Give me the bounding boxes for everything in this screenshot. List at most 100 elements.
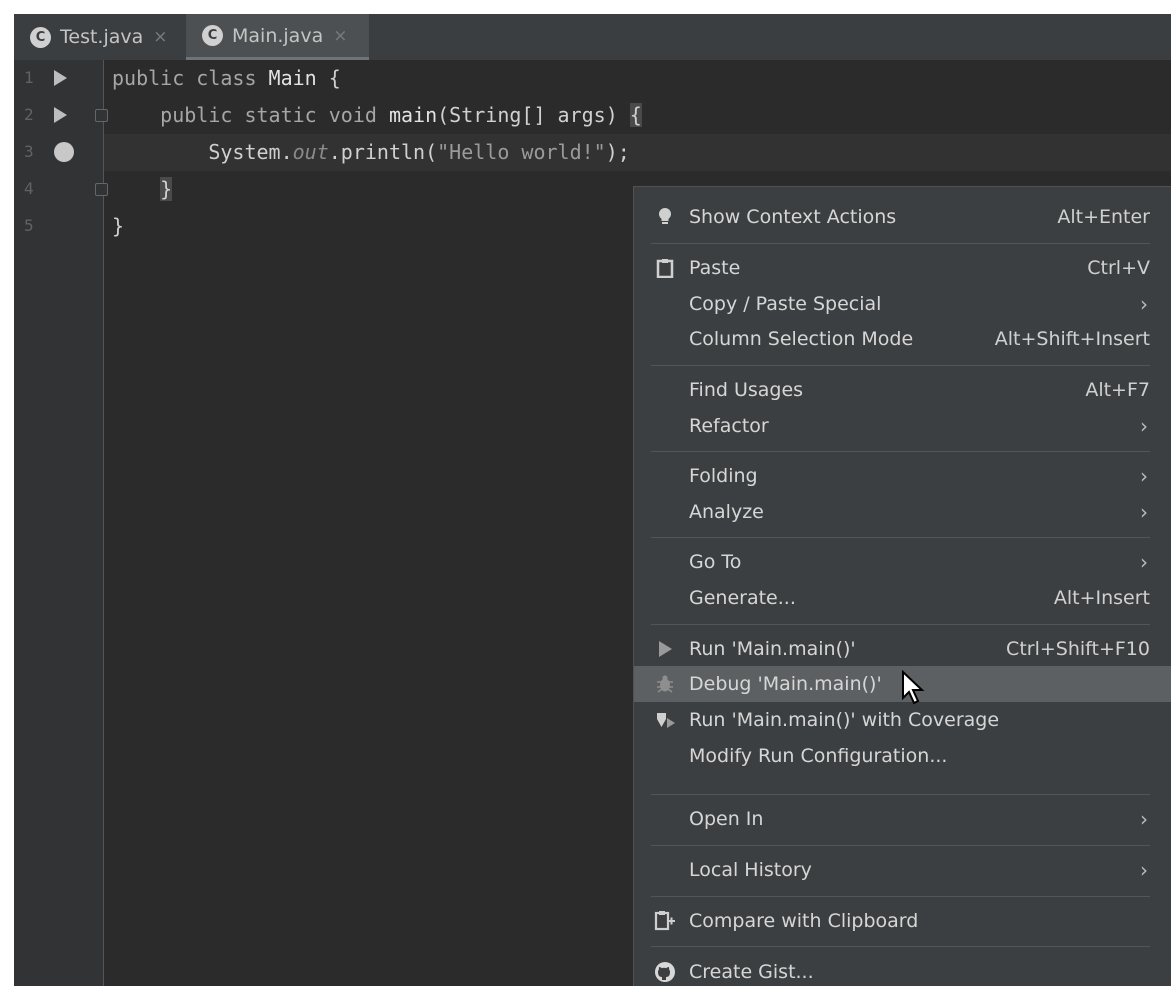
- menu-item-label: Folding: [689, 465, 758, 487]
- gutter-line-5: 5: [14, 208, 103, 245]
- menu-item-label: Run 'Main.main()' with Coverage: [689, 709, 1000, 731]
- line-number: 2: [24, 105, 34, 124]
- menu-separator: [651, 896, 1150, 897]
- code-text: .println(: [328, 140, 438, 164]
- code-text: );: [605, 140, 630, 164]
- menu-item-run-with-coverage[interactable]: Run 'Main.main()' with Coverage: [634, 702, 1171, 738]
- debug-bug-icon: [654, 673, 676, 695]
- menu-item-run[interactable]: Run 'Main.main()' Ctrl+Shift+F10: [634, 631, 1171, 667]
- line-number: 1: [24, 68, 34, 87]
- context-menu: Show Context Actions Alt+Enter Paste Ctr…: [633, 186, 1171, 986]
- java-class-icon: C: [30, 26, 51, 48]
- menu-item-show-context-actions[interactable]: Show Context Actions Alt+Enter: [634, 199, 1171, 235]
- menu-item-folding[interactable]: Folding ›: [634, 458, 1171, 494]
- menu-separator: [651, 624, 1150, 625]
- menu-separator: [651, 243, 1150, 244]
- code-text: System.: [208, 140, 293, 164]
- breakpoint-icon[interactable]: [54, 142, 74, 162]
- chevron-right-icon: ›: [1140, 550, 1148, 574]
- menu-item-label: Run 'Main.main()': [689, 638, 856, 660]
- menu-item-compare-with-clipboard[interactable]: Compare with Clipboard: [634, 903, 1171, 939]
- chevron-right-icon: ›: [1140, 858, 1148, 882]
- chevron-right-icon: ›: [1140, 292, 1148, 316]
- menu-item-shortcut: Alt+Insert: [1053, 587, 1150, 609]
- gutter-line-1: 1: [14, 60, 103, 97]
- menu-item-modify-run-configuration[interactable]: Modify Run Configuration...: [634, 738, 1171, 774]
- menu-item-label: Open In: [689, 808, 764, 830]
- compare-clipboard-icon: [654, 910, 676, 932]
- code-text: (String[] args): [437, 103, 630, 127]
- menu-item-label: Find Usages: [689, 379, 804, 401]
- class-name: Main: [268, 66, 317, 90]
- code-text: {: [316, 66, 341, 90]
- menu-item-label: Analyze: [689, 501, 764, 523]
- gutter-line-4: 4: [14, 171, 108, 208]
- brace-highlight: }: [160, 177, 173, 201]
- tab-label: Test.java: [60, 26, 144, 48]
- coverage-icon: [654, 709, 676, 731]
- menu-item-analyze[interactable]: Analyze ›: [634, 494, 1171, 530]
- chevron-right-icon: ›: [1140, 414, 1148, 438]
- menu-item-label: Column Selection Mode: [689, 328, 914, 350]
- menu-item-paste[interactable]: Paste Ctrl+V: [634, 250, 1171, 286]
- code-line-1[interactable]: public class Main {: [104, 60, 1171, 97]
- menu-item-label: Create Gist...: [689, 961, 814, 983]
- gutter-line-3: 3: [14, 134, 103, 171]
- menu-item-refactor[interactable]: Refactor ›: [634, 408, 1171, 444]
- menu-item-column-selection-mode[interactable]: Column Selection Mode Alt+Shift+Insert: [634, 321, 1171, 357]
- menu-item-label: Go To: [689, 551, 742, 573]
- line-number: 3: [24, 142, 34, 161]
- menu-item-open-in[interactable]: Open In ›: [634, 801, 1171, 837]
- chevron-right-icon: ›: [1140, 464, 1148, 488]
- github-icon: [654, 961, 676, 983]
- line-number: 5: [24, 216, 34, 235]
- menu-item-label: Show Context Actions: [689, 206, 897, 228]
- run-icon: [654, 638, 676, 660]
- code-line-2[interactable]: public static void main(String[] args) {: [104, 97, 1171, 134]
- menu-item-label: Refactor: [689, 415, 769, 437]
- mouse-pointer-icon: [902, 670, 925, 705]
- menu-item-label: Debug 'Main.main()': [689, 673, 882, 695]
- line-number: 4: [24, 179, 34, 198]
- brace-highlight: {: [629, 103, 642, 127]
- tab-test-java[interactable]: C Test.java ×: [14, 14, 186, 60]
- lightbulb-icon: [654, 206, 676, 228]
- menu-item-generate[interactable]: Generate... Alt+Insert: [634, 580, 1171, 616]
- close-icon[interactable]: ×: [333, 26, 347, 46]
- menu-separator: [651, 794, 1150, 795]
- code-text: }: [112, 214, 125, 238]
- menu-item-label: Compare with Clipboard: [689, 910, 919, 932]
- menu-item-label: Generate...: [689, 587, 796, 609]
- ide-window: C Test.java × C Main.java × 1 2 3 4 5 pu…: [14, 14, 1171, 986]
- java-class-icon: C: [202, 25, 223, 46]
- menu-item-shortcut: Ctrl+V: [1087, 257, 1150, 279]
- menu-separator: [651, 537, 1150, 538]
- run-gutter-icon[interactable]: [54, 107, 67, 123]
- menu-separator: [651, 365, 1150, 366]
- menu-item-find-usages[interactable]: Find Usages Alt+F7: [634, 372, 1171, 408]
- menu-separator: [651, 845, 1150, 846]
- menu-item-copy-paste-special[interactable]: Copy / Paste Special ›: [634, 286, 1171, 322]
- chevron-right-icon: ›: [1140, 807, 1148, 831]
- menu-separator: [651, 451, 1150, 452]
- tab-main-java[interactable]: C Main.java ×: [186, 14, 369, 60]
- menu-item-shortcut: Ctrl+Shift+F10: [1006, 638, 1150, 660]
- menu-item-label: Copy / Paste Special: [689, 293, 882, 315]
- static-field: out: [292, 140, 329, 164]
- menu-item-shortcut: Alt+Enter: [1057, 206, 1150, 228]
- code-line-3[interactable]: System.out.println("Hello world!");: [104, 134, 1171, 171]
- menu-item-create-gist[interactable]: Create Gist...: [634, 954, 1171, 986]
- menu-item-label: Local History: [689, 859, 812, 881]
- menu-item-label: Modify Run Configuration...: [689, 745, 948, 767]
- menu-item-go-to[interactable]: Go To ›: [634, 544, 1171, 580]
- menu-item-shortcut: Alt+Shift+Insert: [994, 328, 1150, 350]
- string-literal: "Hello world!": [437, 140, 606, 164]
- menu-separator: [651, 946, 1150, 947]
- menu-item-local-history[interactable]: Local History ›: [634, 852, 1171, 888]
- tab-label: Main.java: [232, 24, 324, 47]
- close-icon[interactable]: ×: [153, 27, 167, 47]
- method-name: main: [388, 103, 438, 127]
- keyword: public class: [112, 66, 269, 90]
- run-gutter-icon[interactable]: [54, 70, 67, 86]
- editor-gutter: 1 2 3 4 5: [14, 60, 108, 986]
